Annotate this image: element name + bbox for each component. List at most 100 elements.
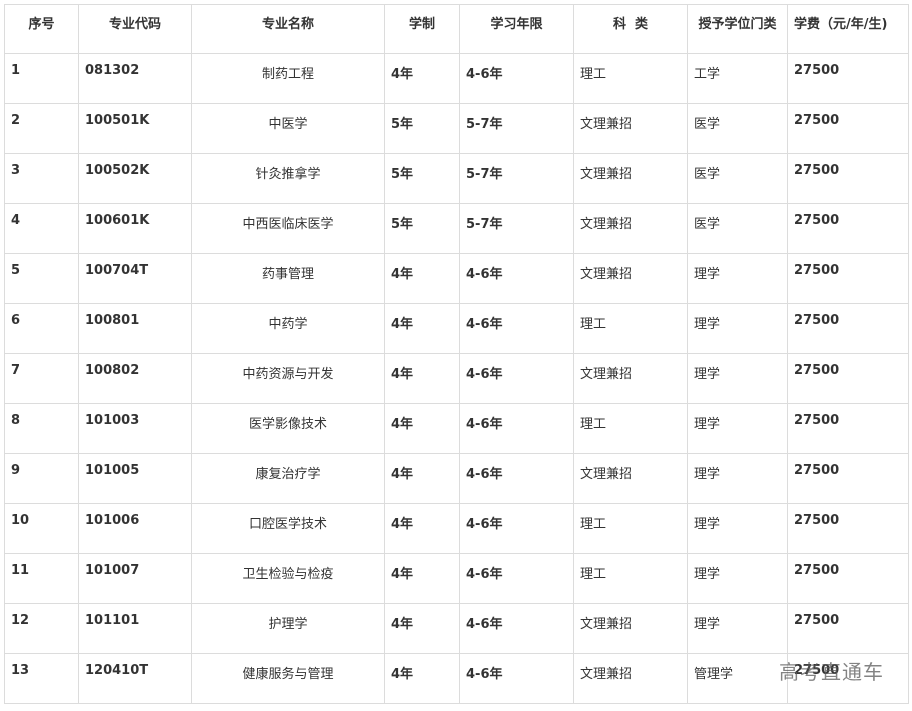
cell-tuition: 27500 xyxy=(787,503,909,554)
table-row: 6 100801 中药学 4年 4-6年 理工 理学 27500 xyxy=(4,303,909,354)
table-row: 9 101005 康复治疗学 4年 4-6年 文理兼招 理学 27500 xyxy=(4,453,909,504)
cell-index: 10 xyxy=(4,503,79,554)
cell-duration: 5年 xyxy=(384,203,460,254)
majors-table: 序号 专业代码 专业名称 学制 学习年限 科 类 授予学位门类 学费（元/年/生… xyxy=(4,4,909,704)
cell-degree: 理学 xyxy=(687,303,788,354)
cell-degree: 理学 xyxy=(687,453,788,504)
cell-category: 理工 xyxy=(573,553,688,604)
cell-name: 健康服务与管理 xyxy=(191,653,385,704)
table-row: 3 100502K 针灸推拿学 5年 5-7年 文理兼招 医学 27500 xyxy=(4,153,909,204)
cell-duration: 4年 xyxy=(384,303,460,354)
header-cell-degree: 授予学位门类 xyxy=(687,4,788,54)
cell-category: 文理兼招 xyxy=(573,253,688,304)
cell-name: 药事管理 xyxy=(191,253,385,304)
cell-study-years: 4-6年 xyxy=(459,403,574,454)
cell-name: 中西医临床医学 xyxy=(191,203,385,254)
cell-code: 100802 xyxy=(78,353,192,404)
table-row: 12 101101 护理学 4年 4-6年 文理兼招 理学 27500 xyxy=(4,603,909,654)
cell-tuition: 27500 xyxy=(787,553,909,604)
cell-name: 中药资源与开发 xyxy=(191,353,385,404)
cell-code: 101005 xyxy=(78,453,192,504)
watermark-text: 高考直通车 xyxy=(779,660,884,684)
cell-name: 医学影像技术 xyxy=(191,403,385,454)
cell-study-years: 4-6年 xyxy=(459,53,574,104)
cell-name: 护理学 xyxy=(191,603,385,654)
cell-degree: 理学 xyxy=(687,353,788,404)
cell-study-years: 4-6年 xyxy=(459,453,574,504)
cell-name: 康复治疗学 xyxy=(191,453,385,504)
cell-name: 口腔医学技术 xyxy=(191,503,385,554)
cell-index: 2 xyxy=(4,103,79,154)
cell-name: 制药工程 xyxy=(191,53,385,104)
cell-code: 081302 xyxy=(78,53,192,104)
cell-name: 中医学 xyxy=(191,103,385,154)
cell-category: 文理兼招 xyxy=(573,353,688,404)
cell-code: 100801 xyxy=(78,303,192,354)
cell-tuition: 27500 xyxy=(787,603,909,654)
header-cell-tuition: 学费（元/年/生) xyxy=(787,4,909,54)
cell-duration: 4年 xyxy=(384,553,460,604)
table-row: 11 101007 卫生检验与检疫 4年 4-6年 理工 理学 27500 xyxy=(4,553,909,604)
cell-study-years: 4-6年 xyxy=(459,353,574,404)
header-cell-duration: 学制 xyxy=(384,4,460,54)
cell-code: 100502K xyxy=(78,153,192,204)
cell-index: 1 xyxy=(4,53,79,104)
cell-tuition: 27500 xyxy=(787,103,909,154)
cell-name: 中药学 xyxy=(191,303,385,354)
cell-duration: 4年 xyxy=(384,403,460,454)
cell-duration: 4年 xyxy=(384,603,460,654)
table-row: 8 101003 医学影像技术 4年 4-6年 理工 理学 27500 xyxy=(4,403,909,454)
cell-tuition: 27500 xyxy=(787,203,909,254)
cell-duration: 4年 xyxy=(384,653,460,704)
cell-study-years: 4-6年 xyxy=(459,603,574,654)
cell-index: 13 xyxy=(4,653,79,704)
cell-category: 文理兼招 xyxy=(573,203,688,254)
cell-category: 文理兼招 xyxy=(573,603,688,654)
cell-category: 文理兼招 xyxy=(573,653,688,704)
cell-study-years: 4-6年 xyxy=(459,253,574,304)
header-cell-code: 专业代码 xyxy=(78,4,192,54)
cell-category: 理工 xyxy=(573,503,688,554)
cell-index: 7 xyxy=(4,353,79,404)
cell-degree: 理学 xyxy=(687,553,788,604)
table-row: 10 101006 口腔医学技术 4年 4-6年 理工 理学 27500 xyxy=(4,503,909,554)
table-row: 5 100704T 药事管理 4年 4-6年 文理兼招 理学 27500 xyxy=(4,253,909,304)
cell-degree: 理学 xyxy=(687,603,788,654)
cell-code: 101007 xyxy=(78,553,192,604)
table-row: 4 100601K 中西医临床医学 5年 5-7年 文理兼招 医学 27500 xyxy=(4,203,909,254)
cell-code: 101006 xyxy=(78,503,192,554)
cell-index: 4 xyxy=(4,203,79,254)
table-row: 7 100802 中药资源与开发 4年 4-6年 文理兼招 理学 27500 xyxy=(4,353,909,404)
cell-name: 卫生检验与检疫 xyxy=(191,553,385,604)
cell-tuition: 27500 xyxy=(787,303,909,354)
cell-degree: 医学 xyxy=(687,203,788,254)
table-row: 1 081302 制药工程 4年 4-6年 理工 工学 27500 xyxy=(4,53,909,104)
cell-tuition: 27500 xyxy=(787,253,909,304)
cell-code: 101101 xyxy=(78,603,192,654)
cell-code: 120410T xyxy=(78,653,192,704)
cell-study-years: 4-6年 xyxy=(459,653,574,704)
cell-duration: 4年 xyxy=(384,453,460,504)
cell-degree: 管理学 xyxy=(687,653,788,704)
cell-study-years: 4-6年 xyxy=(459,303,574,354)
cell-degree: 理学 xyxy=(687,253,788,304)
cell-tuition: 27500 xyxy=(787,153,909,204)
cell-category: 文理兼招 xyxy=(573,153,688,204)
cell-code: 100601K xyxy=(78,203,192,254)
header-cell-name: 专业名称 xyxy=(191,4,385,54)
cell-index: 9 xyxy=(4,453,79,504)
cell-tuition: 27500 xyxy=(787,453,909,504)
cell-study-years: 5-7年 xyxy=(459,203,574,254)
cell-name: 针灸推拿学 xyxy=(191,153,385,204)
cell-index: 12 xyxy=(4,603,79,654)
cell-degree: 医学 xyxy=(687,153,788,204)
cell-code: 100704T xyxy=(78,253,192,304)
cell-study-years: 4-6年 xyxy=(459,503,574,554)
cell-duration: 5年 xyxy=(384,153,460,204)
cell-tuition: 27500 xyxy=(787,353,909,404)
cell-index: 8 xyxy=(4,403,79,454)
cell-study-years: 5-7年 xyxy=(459,103,574,154)
cell-index: 3 xyxy=(4,153,79,204)
cell-study-years: 4-6年 xyxy=(459,553,574,604)
header-cell-study-years: 学习年限 xyxy=(459,4,574,54)
